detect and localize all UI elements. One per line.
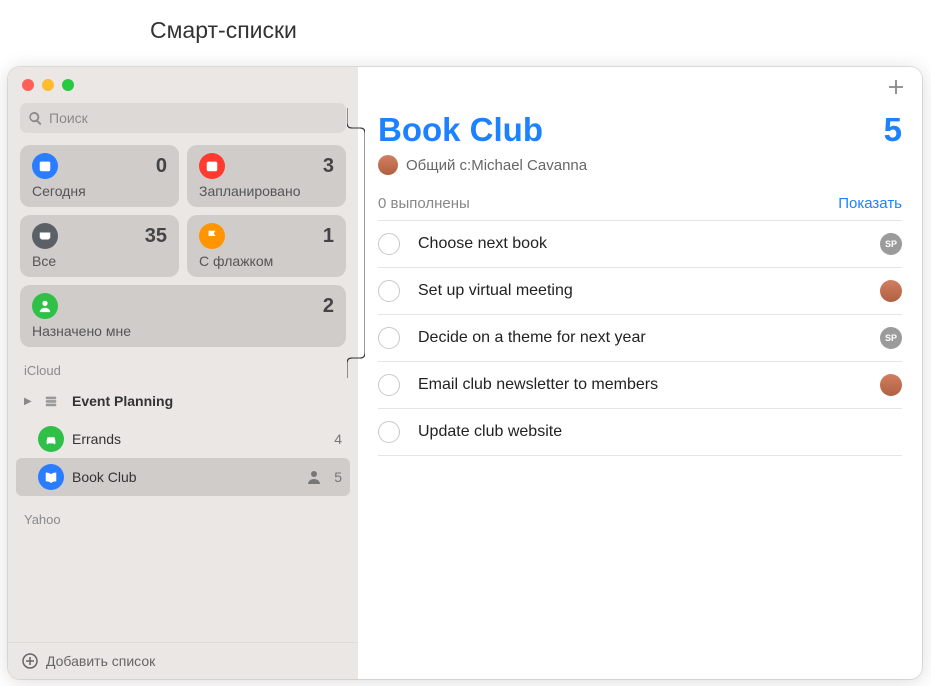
folder-icon [38,388,64,414]
add-reminder-button[interactable] [886,77,906,97]
complete-toggle[interactable] [378,374,400,396]
calendar-today-icon [32,153,58,179]
flag-icon [199,223,225,249]
sidebar-item-book-club[interactable]: Book Club 5 [16,458,350,496]
sidebar: Поиск 0 Сегодня 3 Запланировано [8,67,358,679]
complete-toggle[interactable] [378,280,400,302]
show-completed-button[interactable]: Показать [838,195,902,212]
smart-assigned-label: Назначено мне [32,323,334,339]
reminder-row[interactable]: Choose next book SP [378,221,902,268]
search-placeholder: Поиск [49,110,88,126]
sidebar-item-label: Errands [72,431,328,447]
app-window: Поиск 0 Сегодня 3 Запланировано [8,67,922,679]
chevron-right-icon: ▶ [24,396,36,407]
shared-with-row: Общий с: Michael Cavanna [358,151,922,189]
avatar [378,155,398,175]
search-input[interactable]: Поиск [20,103,346,133]
account-icloud-header: iCloud [8,347,358,382]
smart-list-scheduled[interactable]: 3 Запланировано [187,145,346,207]
smart-list-assigned[interactable]: 2 Назначено мне [20,285,346,347]
smart-all-count: 35 [145,225,167,248]
add-list-button[interactable]: Добавить список [8,642,358,679]
smart-lists-grid: 0 Сегодня 3 Запланировано 35 [8,145,358,347]
car-icon [38,426,64,452]
reminder-row[interactable]: Decide on a theme for next year SP [378,315,902,362]
smart-list-today[interactable]: 0 Сегодня [20,145,179,207]
sidebar-item-errands[interactable]: Errands 4 [16,420,350,458]
shared-icon [306,469,322,485]
reminders-list: Choose next book SP Set up virtual meeti… [378,220,902,456]
search-icon [28,111,43,126]
zoom-window-button[interactable] [62,79,74,91]
sidebar-item-label: Book Club [72,469,306,485]
tray-icon [32,223,58,249]
assignee-avatar [880,374,902,396]
add-list-label: Добавить список [46,653,155,669]
completed-count: 0 выполнены [378,195,470,212]
smart-flagged-label: С флажком [199,253,334,269]
shared-name: Michael Cavanna [471,157,587,174]
plus-circle-icon [22,653,38,669]
smart-list-flagged[interactable]: 1 С флажком [187,215,346,277]
shared-prefix: Общий с: [406,157,471,174]
smart-today-label: Сегодня [32,183,167,199]
smart-scheduled-label: Запланировано [199,183,334,199]
toolbar [358,67,922,107]
close-window-button[interactable] [22,79,34,91]
smart-flagged-count: 1 [323,225,334,248]
window-controls [8,67,358,99]
reminder-row[interactable]: Set up virtual meeting [378,268,902,315]
smart-list-all[interactable]: 35 Все [20,215,179,277]
reminder-text: Decide on a theme for next year [418,329,880,347]
list-title: Book Club [378,111,543,149]
reminder-text: Email club newsletter to members [418,376,880,394]
reminder-row[interactable]: Email club newsletter to members [378,362,902,409]
sidebar-item-label: Event Planning [72,393,342,409]
account-yahoo-header: Yahoo [8,496,358,531]
sidebar-item-count: 5 [328,469,342,485]
sidebar-item-count: 4 [328,431,342,447]
smart-today-count: 0 [156,155,167,178]
calendar-icon [199,153,225,179]
assignee-badge: SP [880,327,902,349]
reminder-row[interactable]: Update club website [378,409,902,456]
icloud-lists: ▶ Event Planning Errands 4 Book Club 5 [8,382,358,496]
smart-all-label: Все [32,253,167,269]
minimize-window-button[interactable] [42,79,54,91]
reminder-text: Set up virtual meeting [418,282,880,300]
reminder-text: Choose next book [418,235,880,253]
main-content: Book Club 5 Общий с: Michael Cavanna 0 в… [358,67,922,679]
list-count: 5 [884,111,902,149]
book-icon [38,464,64,490]
sidebar-item-event-planning[interactable]: ▶ Event Planning [16,382,350,420]
complete-toggle[interactable] [378,327,400,349]
callout-label: Смарт-списки [150,17,297,44]
assignee-badge: SP [880,233,902,255]
complete-toggle[interactable] [378,421,400,443]
smart-scheduled-count: 3 [323,155,334,178]
assignee-avatar [880,280,902,302]
complete-toggle[interactable] [378,233,400,255]
smart-assigned-count: 2 [323,295,334,318]
reminder-text: Update club website [418,423,902,441]
person-icon [32,293,58,319]
